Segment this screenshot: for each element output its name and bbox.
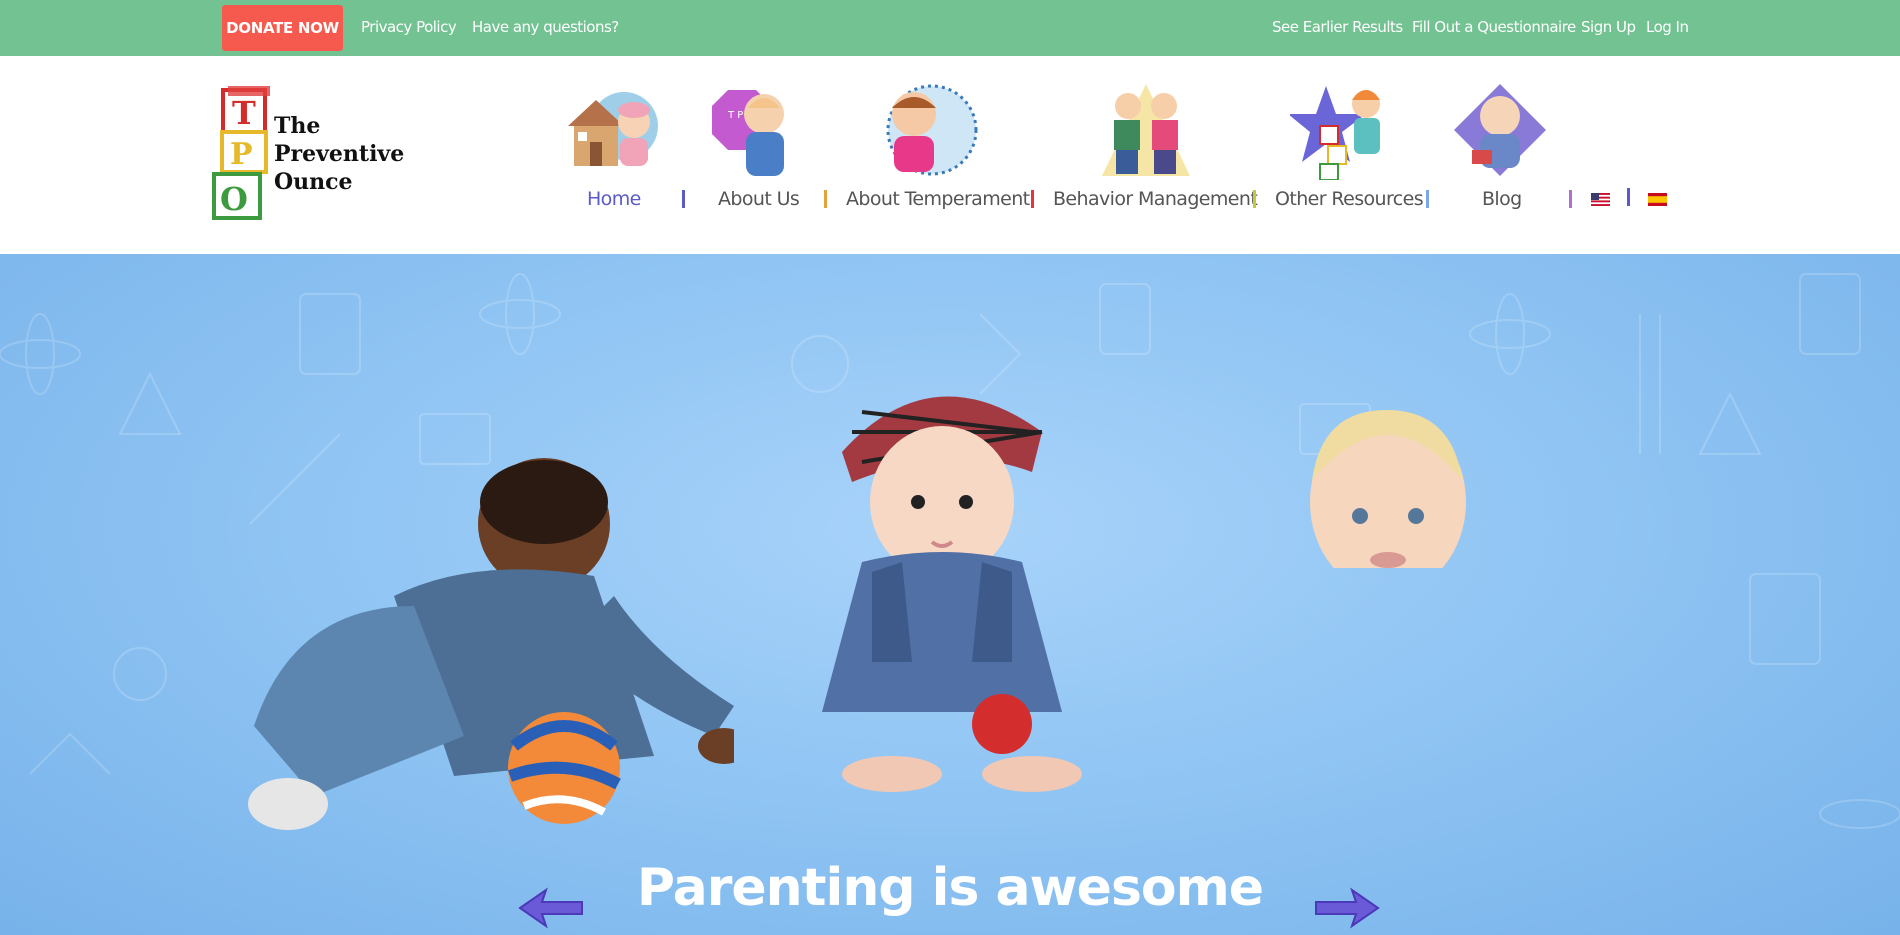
logo-text[interactable]: The Preventive Ounce [274,112,404,196]
nav-behavior-management[interactable]: Behavior Management [1053,188,1258,210]
log-in-link[interactable]: Log In [1646,18,1689,36]
nav-separator [1253,190,1256,208]
nav-home[interactable]: Home [587,188,641,210]
peeking-baby-image [1310,410,1466,568]
logo-line-1: The [274,113,321,139]
nav-separator [1569,190,1572,208]
hero-headline: Parenting is awesome [636,858,1264,918]
logo-letter-p: P [230,137,253,172]
baby-reading-icon[interactable] [1450,80,1550,180]
nav-separator [824,190,827,208]
nav-other-resources[interactable]: Other Resources [1275,188,1424,210]
baby-octagon-icon[interactable]: T P O [708,82,804,180]
sign-up-link[interactable]: Sign Up [1581,18,1636,36]
hero-banner [0,254,1900,935]
fighting-kids-icon[interactable] [1100,80,1192,180]
english-flag-icon[interactable] [1591,193,1610,206]
top-bar: DONATE NOW Privacy Policy Have any quest… [0,0,1900,56]
nav-about-temperament[interactable]: About Temperament [846,188,1030,210]
logo-line-3: Ounce [274,169,353,195]
sitting-baby-image [822,396,1082,792]
questions-link[interactable]: Have any questions? [472,18,619,36]
questionnaire-link[interactable]: Fill Out a Questionnaire [1412,18,1576,36]
girl-blocks-star-icon[interactable] [1290,78,1390,180]
crawling-baby-image [248,458,734,830]
nav-blog[interactable]: Blog [1482,188,1522,210]
earlier-results-link[interactable]: See Earlier Results [1272,18,1403,36]
nav-separator [682,190,685,208]
logo-letter-t: T [232,94,256,132]
logo-letter-o: O [220,180,248,218]
privacy-policy-link[interactable]: Privacy Policy [361,18,457,36]
logo-line-2: Preventive [274,141,405,167]
nav-about-us[interactable]: About Us [718,188,800,210]
house-baby-icon[interactable] [562,82,662,174]
crying-child-icon[interactable] [880,84,980,176]
spanish-flag-icon[interactable] [1648,193,1667,206]
nav-separator [1426,190,1429,208]
nav-separator [1627,188,1630,206]
nav-separator [1031,190,1034,208]
donate-button[interactable]: DONATE NOW [222,5,343,51]
